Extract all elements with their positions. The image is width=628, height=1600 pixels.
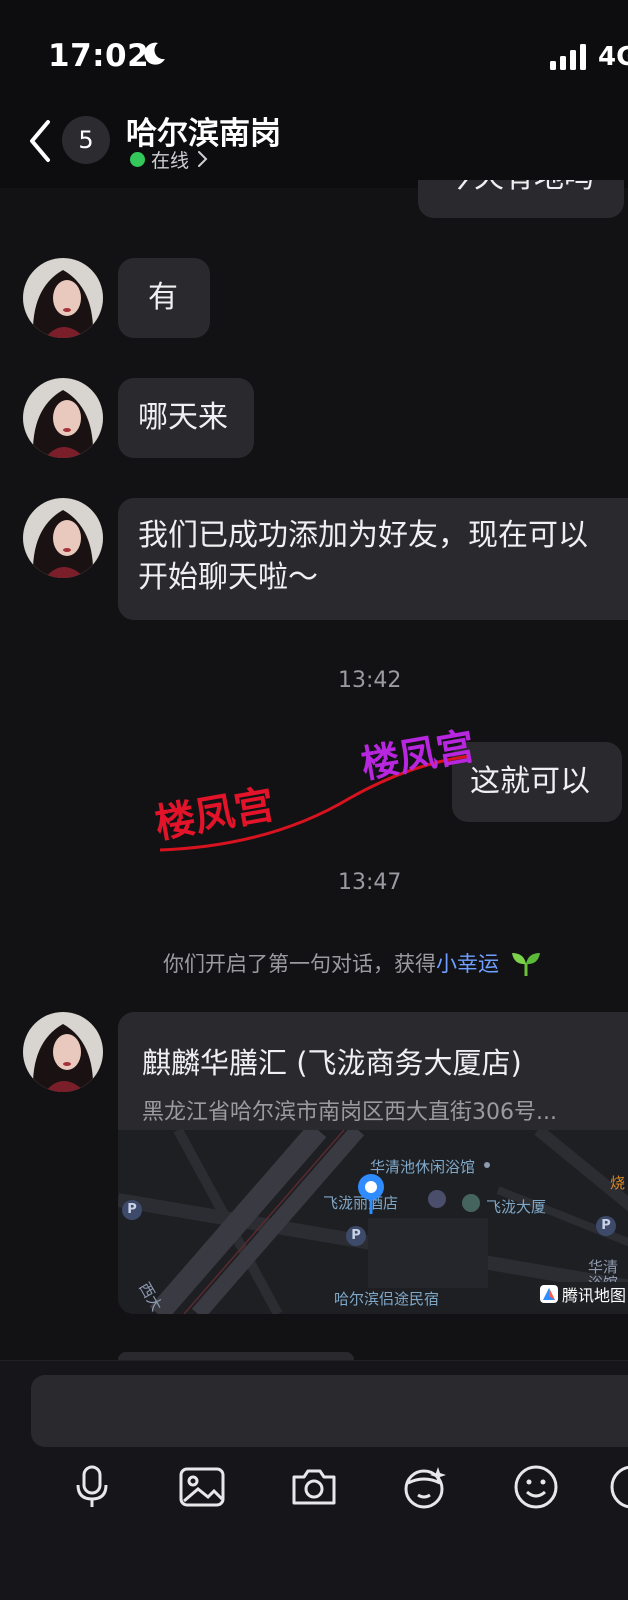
tencent-map-icon: [540, 1285, 558, 1303]
map-provider-label: 腾讯地图: [562, 1286, 627, 1305]
location-pin-icon: [358, 1174, 384, 1214]
system-note-text: 你们开启了第一句对话，获得: [163, 952, 436, 976]
chat-header-overlay: 5 哈尔滨南岗 在线: [0, 100, 628, 188]
map-preview[interactable]: 华清池休闲浴馆 飞泷丽酒店 飞泷大厦 华清 浴馆 西大 烧 哈尔滨侣途民宿 P …: [118, 1130, 628, 1314]
watermark-logo: 楼凤宫 楼凤宫: [152, 724, 478, 852]
message-timestamp: 13:42: [338, 668, 402, 693]
sprout-icon: [511, 953, 540, 976]
status-bar: 17:02 4G: [0, 0, 628, 110]
moon-icon: [144, 42, 165, 65]
status-time: 17:02: [48, 38, 150, 74]
hotel-icon: [428, 1190, 446, 1208]
contact-avatar[interactable]: [23, 498, 103, 578]
parking-icon: P: [346, 1226, 366, 1246]
next-message-peek: [118, 1352, 354, 1360]
emoji-icon[interactable]: [510, 1461, 562, 1513]
avatar-portrait: [23, 1012, 103, 1092]
sticker-icon[interactable]: [398, 1461, 450, 1513]
microphone-icon[interactable]: [66, 1461, 118, 1513]
watermark-text: 楼凤宫: [358, 724, 478, 787]
chevron-right-icon[interactable]: [196, 150, 208, 168]
input-area: [0, 1360, 628, 1600]
building-icon: [462, 1194, 480, 1212]
contact-avatar[interactable]: [23, 378, 103, 458]
message-timestamp: 13:47: [338, 870, 402, 895]
message-text: 哪天来: [138, 400, 228, 435]
location-address: 黑龙江省哈尔滨市南岗区西大直街306号...: [142, 1100, 557, 1125]
online-status-dot: [130, 152, 145, 167]
message-bubble-incoming[interactable]: 我们已成功添加为好友，现在可以 开始聊天啦～: [118, 498, 628, 620]
image-icon[interactable]: [176, 1461, 228, 1513]
map-label-building: 飞泷大厦: [486, 1198, 547, 1216]
signal-icon: [550, 44, 586, 70]
message-text-line2: 开始聊天啦～: [138, 560, 318, 595]
online-status-text[interactable]: 在线: [151, 146, 189, 173]
contact-avatar[interactable]: [23, 1012, 103, 1092]
camera-icon[interactable]: [288, 1461, 340, 1513]
message-bubble-incoming[interactable]: 哪天来: [118, 378, 254, 458]
avatar-portrait: [23, 498, 103, 578]
contact-avatar[interactable]: [23, 258, 103, 338]
map-dot: [484, 1162, 490, 1168]
avatar-portrait: [23, 258, 103, 338]
message-text-line1: 我们已成功添加为好友，现在可以: [138, 518, 588, 553]
location-title: 麒麟华膳汇 (飞泷商务大厦店): [142, 1046, 522, 1080]
location-card[interactable]: 麒麟华膳汇 (飞泷商务大厦店) 黑龙江省哈尔滨市南岗区西大直街306号... 华…: [118, 1012, 628, 1314]
avatar-portrait: [23, 378, 103, 458]
system-note: 你们开启了第一句对话，获得小幸运: [163, 948, 542, 978]
watermark-text: 楼凤宫: [152, 782, 278, 848]
lucky-link[interactable]: 小幸运: [436, 952, 499, 976]
map-label-hostel: 哈尔滨侣途民宿: [334, 1290, 440, 1308]
message-input[interactable]: [31, 1375, 628, 1447]
map-provider-badge: 腾讯地图: [536, 1282, 628, 1306]
chat-title[interactable]: 哈尔滨南岗: [126, 108, 281, 153]
parking-icon: P: [596, 1216, 616, 1236]
back-chevron-icon[interactable]: [26, 118, 54, 164]
parking-icon: P: [122, 1200, 142, 1220]
plus-icon[interactable]: [606, 1461, 628, 1513]
network-type: 4G: [598, 42, 628, 72]
map-label-edge: 烧: [610, 1174, 626, 1192]
message-text: 有: [148, 280, 178, 315]
unread-count-badge[interactable]: 5: [62, 116, 110, 164]
message-bubble-incoming[interactable]: 有: [118, 258, 210, 338]
